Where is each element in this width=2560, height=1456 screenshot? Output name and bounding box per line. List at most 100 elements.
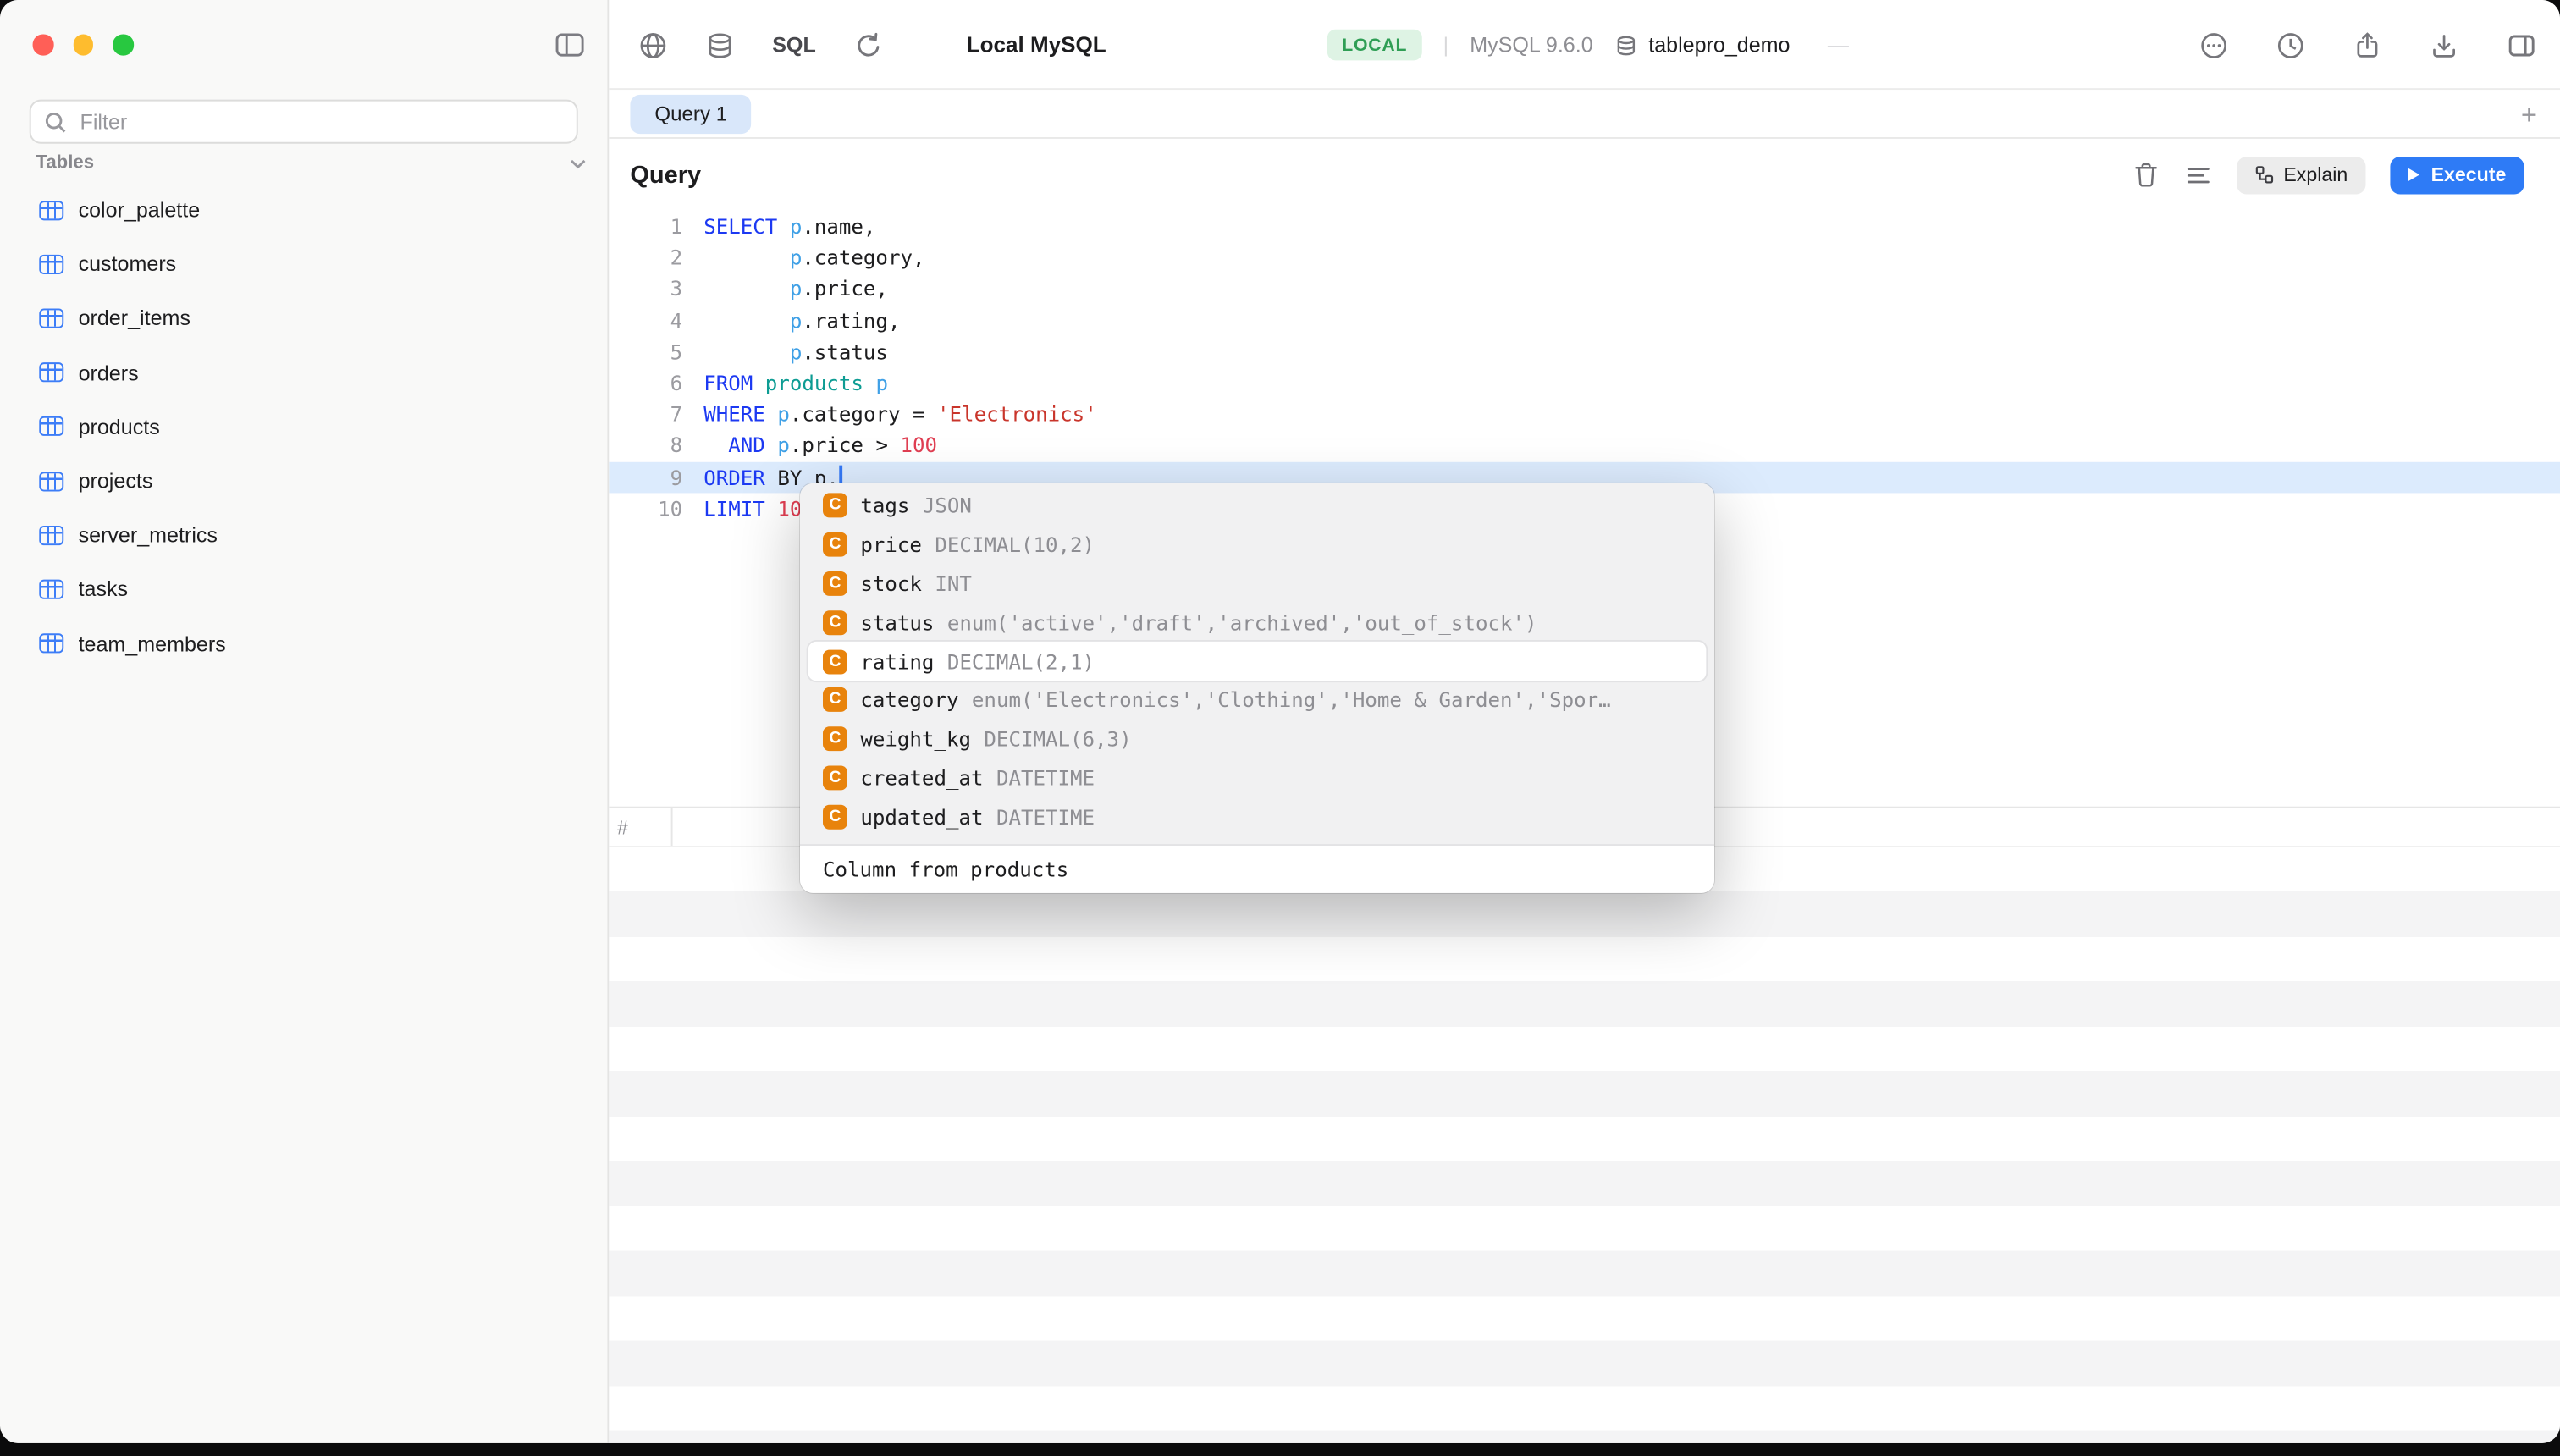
- autocomplete-item-category[interactable]: Ccategoryenum('Electronics','Clothing','…: [808, 681, 1707, 720]
- column-name: updated_at: [860, 804, 983, 829]
- query-header: Query Explain Execute: [609, 141, 2560, 209]
- table-name: orders: [79, 361, 139, 385]
- table-name: server_metrics: [79, 523, 218, 548]
- table-name: order_items: [79, 306, 190, 331]
- schema-placeholder: —: [1828, 33, 1849, 58]
- code-text: SELECT p.name,: [682, 211, 875, 242]
- chevron-down-icon: [570, 157, 586, 169]
- column-badge-icon: C: [823, 765, 847, 790]
- column-badge-icon: C: [823, 610, 847, 635]
- line-number: 2: [609, 242, 682, 273]
- column-name: weight_kg: [860, 727, 971, 752]
- tab-label: Query 1: [654, 102, 727, 125]
- column-type: DECIMAL(2,1): [947, 649, 1095, 674]
- code-text: p.rating,: [682, 305, 900, 336]
- code-line-4[interactable]: 4 p.rating,: [609, 305, 2560, 336]
- sidebar-item-products[interactable]: products: [0, 400, 607, 454]
- line-number: 1: [609, 211, 682, 242]
- column-name: rating: [860, 649, 934, 674]
- autocomplete-item-status[interactable]: Cstatusenum('active','draft','archived',…: [808, 603, 1707, 642]
- sql-mode-button[interactable]: SQL: [772, 33, 816, 58]
- connection-title: Local MySQL: [967, 0, 1106, 90]
- explain-label: Explain: [2283, 163, 2348, 186]
- database-icon[interactable]: [705, 30, 735, 60]
- autocomplete-item-tags[interactable]: CtagsJSON: [808, 487, 1707, 526]
- sidebar-item-server_metrics[interactable]: server_metrics: [0, 508, 607, 562]
- sidebar-item-team_members[interactable]: team_members: [0, 616, 607, 670]
- table-name: products: [79, 415, 160, 439]
- history-clock-icon[interactable]: [2276, 30, 2305, 60]
- sidebar-item-customers[interactable]: customers: [0, 237, 607, 291]
- sidebar-toggle-icon[interactable]: [554, 30, 587, 61]
- trash-icon[interactable]: [2132, 160, 2160, 190]
- ellipsis-circle-icon[interactable]: [2199, 30, 2229, 60]
- globe-icon[interactable]: [638, 30, 668, 60]
- server-version: MySQL 9.6.0: [1470, 33, 1592, 58]
- table-icon: [39, 416, 63, 436]
- minimize-button[interactable]: [73, 34, 93, 54]
- code-line-2[interactable]: 2 p.category,: [609, 242, 2560, 273]
- connection-status: LOCAL | MySQL 9.6.0 tablepro_demo —: [1327, 0, 1849, 90]
- column-badge-icon: C: [823, 532, 847, 557]
- column-name: status: [860, 610, 934, 635]
- autocomplete-list: CtagsJSONCpriceDECIMAL(10,2)CstockINTCst…: [800, 483, 1714, 844]
- sidebar-item-order_items[interactable]: order_items: [0, 291, 607, 345]
- table-icon: [39, 633, 63, 653]
- zoom-button[interactable]: [113, 34, 133, 54]
- explain-button[interactable]: Explain: [2236, 156, 2365, 193]
- tab-query-1[interactable]: Query 1: [630, 95, 752, 134]
- autocomplete-item-created_at[interactable]: Ccreated_atDATETIME: [808, 758, 1707, 797]
- code-lines: 1SELECT p.name,2 p.category,3 p.price,4 …: [609, 211, 2560, 524]
- table-icon: [39, 254, 63, 273]
- code-line-6[interactable]: 6FROM products p: [609, 367, 2560, 399]
- autocomplete-item-price[interactable]: CpriceDECIMAL(10,2): [808, 526, 1707, 565]
- column-name: created_at: [860, 765, 983, 790]
- column-badge-icon: C: [823, 494, 847, 518]
- sidebar-item-projects[interactable]: projects: [0, 454, 607, 508]
- code-line-7[interactable]: 7WHERE p.category = 'Electronics': [609, 399, 2560, 430]
- share-icon[interactable]: [2353, 30, 2382, 60]
- code-text: AND p.price > 100: [682, 430, 937, 461]
- code-line-3[interactable]: 3 p.price,: [609, 273, 2560, 305]
- execute-button[interactable]: Execute: [2390, 156, 2524, 193]
- refresh-icon[interactable]: [853, 30, 883, 60]
- sidebar-item-orders[interactable]: orders: [0, 345, 607, 400]
- close-button[interactable]: [33, 34, 53, 54]
- column-badge-icon: C: [823, 649, 847, 674]
- sidebar-item-color_palette[interactable]: color_palette: [0, 183, 607, 237]
- toolbar-left: SQL: [638, 0, 883, 90]
- code-line-1[interactable]: 1SELECT p.name,: [609, 211, 2560, 242]
- query-actions: Explain Execute: [2132, 156, 2524, 193]
- table-icon: [39, 308, 63, 328]
- app-window: Tables color_palettecustomers order_items…: [0, 0, 2560, 1443]
- line-number: 5: [609, 336, 682, 367]
- query-tab-bar: Query 1 +: [609, 91, 2560, 139]
- autocomplete-item-rating[interactable]: Crating DECIMAL(2,1): [808, 642, 1707, 681]
- code-line-8[interactable]: 8 AND p.price > 100: [609, 430, 2560, 461]
- column-type: DATETIME: [996, 804, 1095, 829]
- download-icon[interactable]: [2430, 30, 2459, 60]
- right-panel-toggle-icon[interactable]: [2506, 30, 2537, 60]
- results-grid: [609, 847, 2560, 1443]
- code-text: LIMIT 10: [682, 493, 802, 524]
- line-number: 6: [609, 367, 682, 399]
- sidebar-item-tasks[interactable]: tasks: [0, 562, 607, 616]
- tables-section-header[interactable]: Tables: [36, 153, 586, 173]
- database-selector[interactable]: tablepro_demo: [1614, 33, 1790, 58]
- filter-input[interactable]: [77, 108, 564, 135]
- autocomplete-item-partial[interactable]: C: [808, 836, 1707, 844]
- row-number-column-header: #: [609, 808, 672, 846]
- add-tab-button[interactable]: +: [2521, 101, 2537, 129]
- autocomplete-item-weight_kg[interactable]: Cweight_kgDECIMAL(6,3): [808, 720, 1707, 758]
- autocomplete-item-updated_at[interactable]: Cupdated_atDATETIME: [808, 797, 1707, 836]
- line-number: 10: [609, 493, 682, 524]
- line-number: 4: [609, 305, 682, 336]
- autocomplete-item-stock[interactable]: CstockINT: [808, 565, 1707, 604]
- code-line-5[interactable]: 5 p.status: [609, 336, 2560, 367]
- separator: |: [1443, 33, 1449, 58]
- code-text: p.category,: [682, 242, 924, 273]
- format-icon[interactable]: [2184, 161, 2212, 189]
- table-name: tasks: [79, 577, 129, 602]
- tables-section-label: Tables: [36, 153, 94, 173]
- table-icon: [39, 471, 63, 490]
